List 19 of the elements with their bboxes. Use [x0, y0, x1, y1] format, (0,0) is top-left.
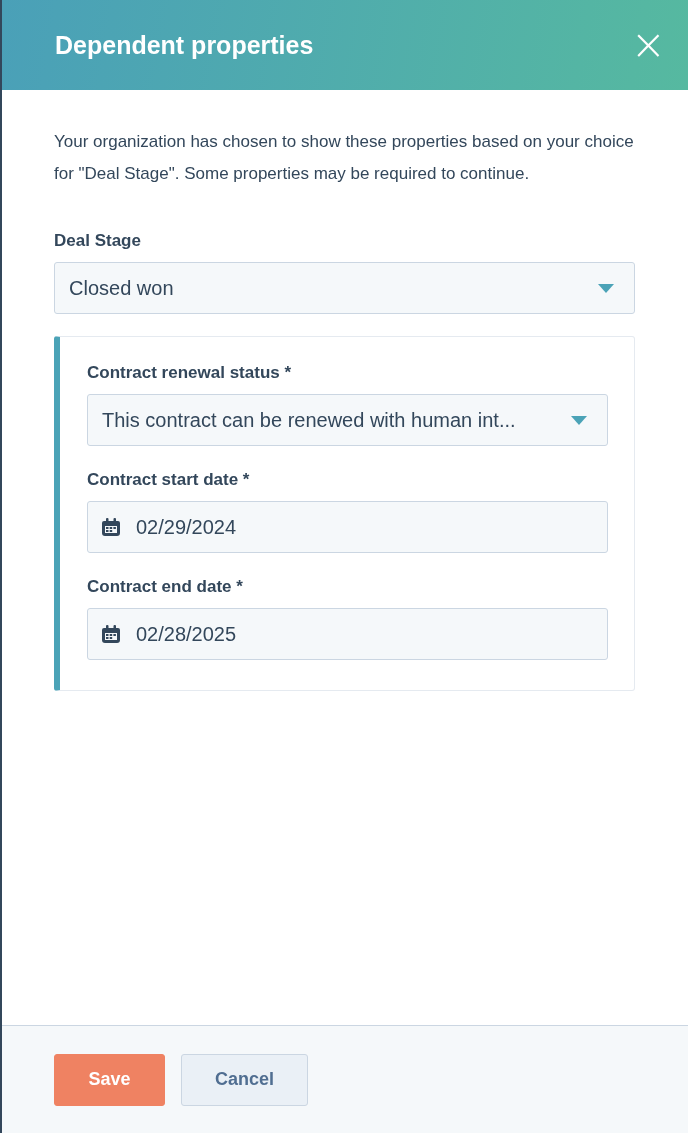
- dialog-title: Dependent properties: [55, 30, 314, 60]
- field-label: Deal Stage: [54, 231, 142, 251]
- deal-stage-dropdown[interactable]: Closed won: [54, 262, 635, 314]
- date-value: 02/28/2025: [136, 622, 237, 646]
- intro-text: Your organization has chosen to show these properties based on your choice for "Deal Stage". Some properties may be required to continue.: [54, 131, 635, 185]
- date-input[interactable]: 02/28/2025: [87, 608, 608, 660]
- date-value: 02/29/2024: [136, 515, 237, 539]
- field-label: Contract start date *: [87, 470, 251, 490]
- calendar-icon: [102, 518, 120, 536]
- calendar-icon: [102, 625, 120, 643]
- renewal-status-dropdown[interactable]: This contract can be renewed with human int...: [87, 394, 608, 446]
- caret-icon: [571, 415, 587, 425]
- field-label: Contract renewal status *: [87, 363, 293, 383]
- cancel-button[interactable]: Cancel: [181, 1053, 308, 1106]
- date-input[interactable]: 02/29/2024: [87, 501, 608, 553]
- field-label: Contract end date *: [87, 577, 244, 597]
- caret-icon: [598, 283, 614, 293]
- dropdown-value: This contract can be renewed with human int...: [102, 408, 516, 432]
- dropdown-value: Closed won: [69, 276, 174, 300]
